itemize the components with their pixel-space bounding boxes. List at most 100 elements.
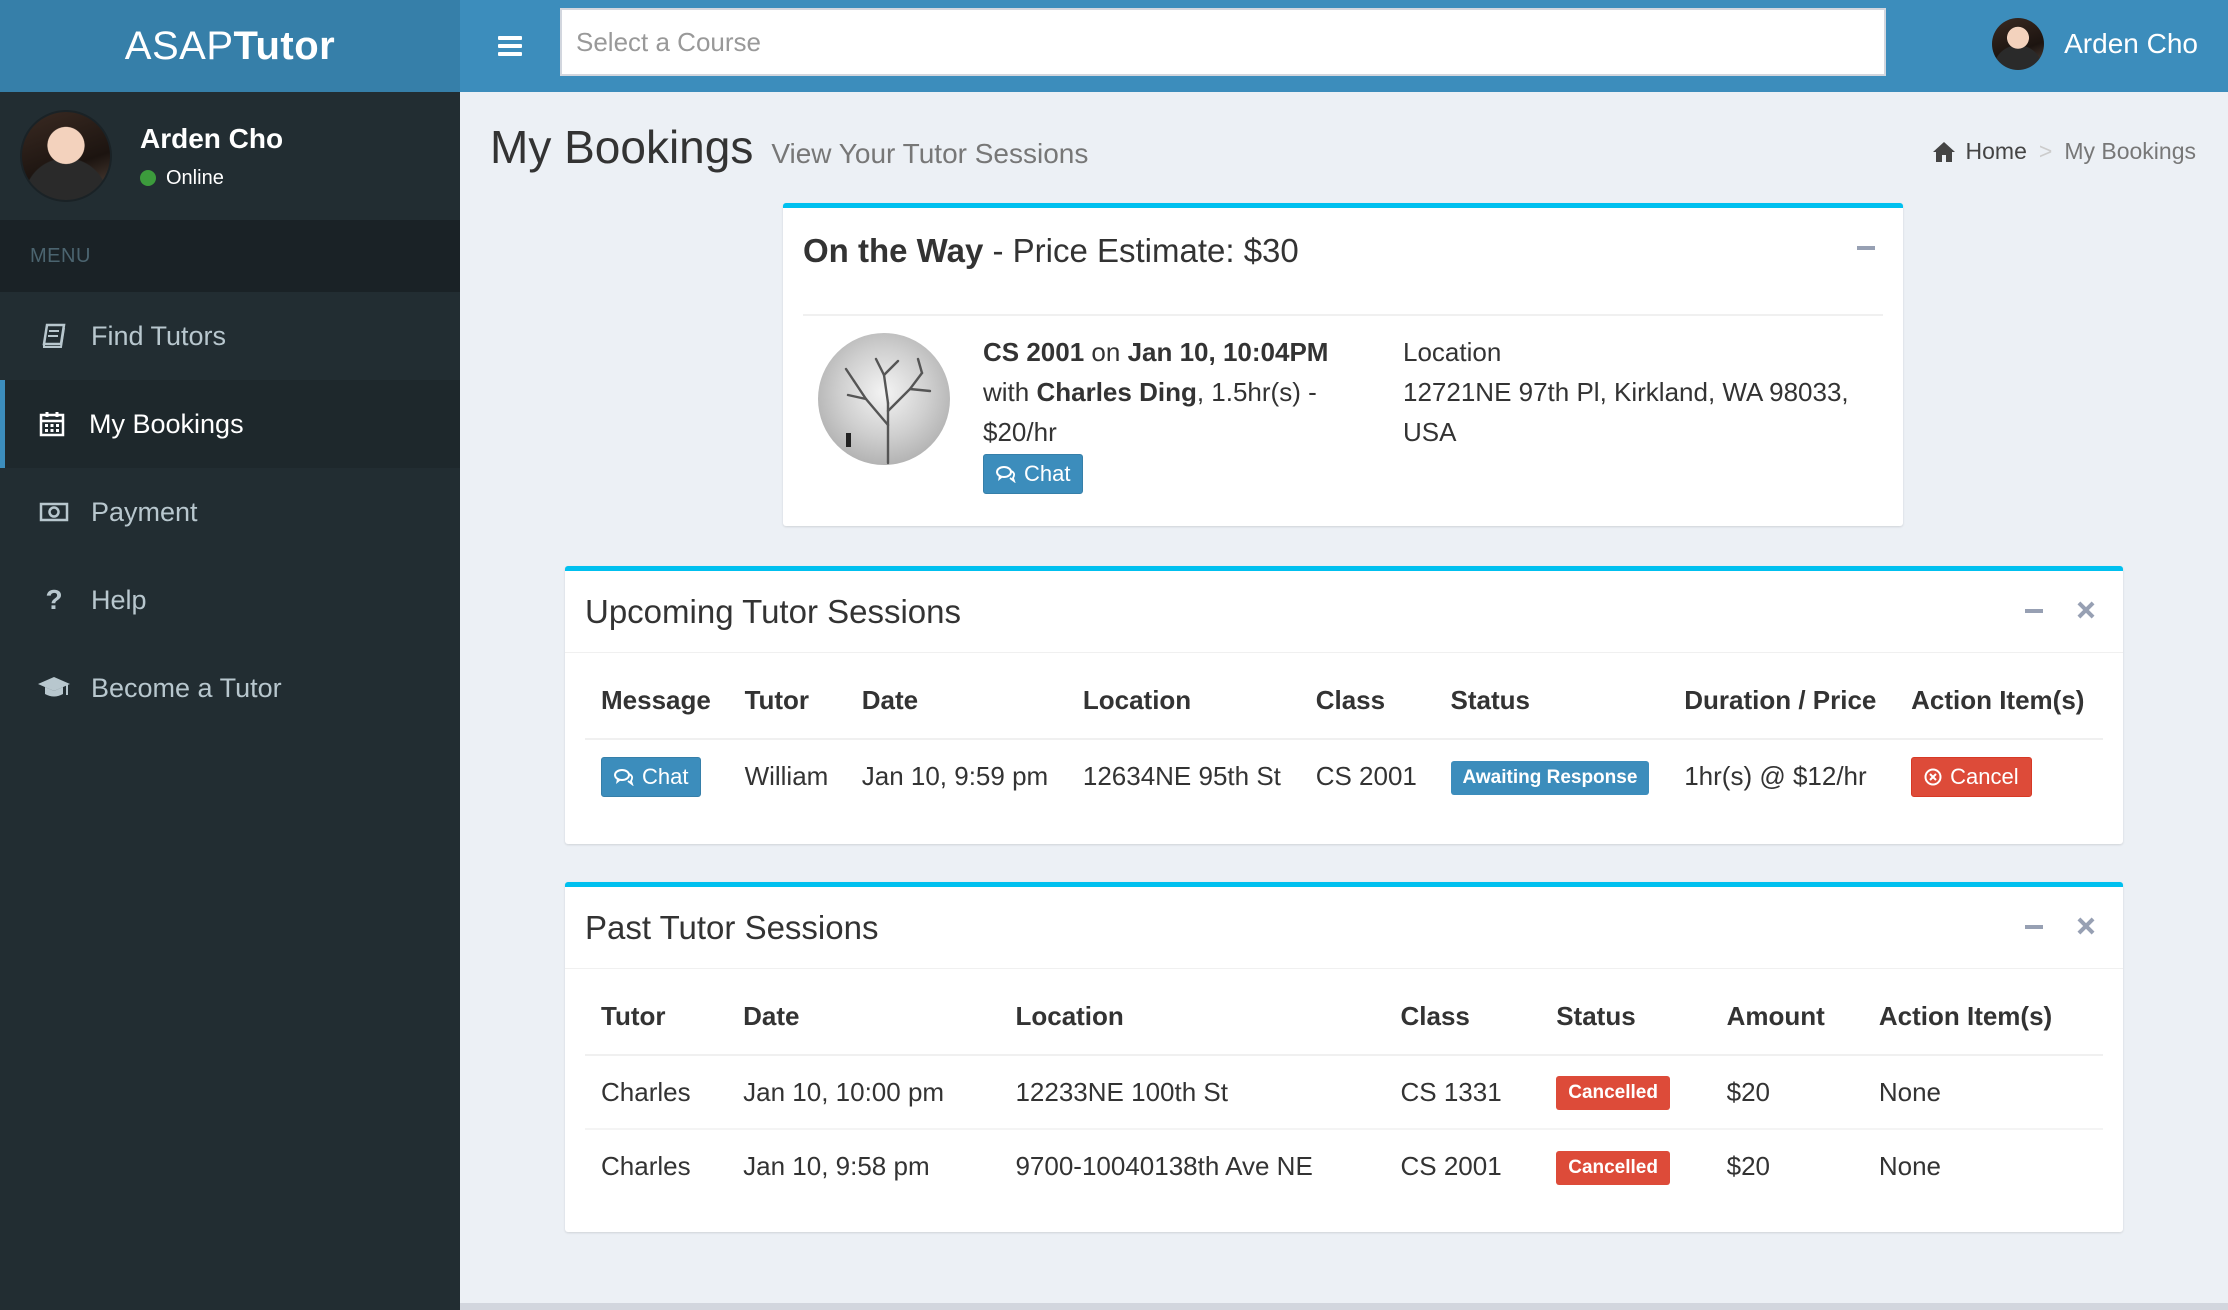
sidebar-item-label: Help — [91, 584, 147, 615]
calendar-icon — [35, 407, 69, 441]
user-avatar — [1992, 18, 2045, 70]
home-icon — [1932, 141, 1955, 162]
cell-location: 12634NE 95th St — [1082, 761, 1281, 791]
cell-action: None — [1878, 1151, 1942, 1181]
column-header: Duration / Price — [1668, 663, 1896, 740]
cell-date: Jan 10, 9:58 pm — [743, 1151, 930, 1181]
on-the-way-box: On the Way - Price Estimate: $30 CS 2001… — [783, 203, 1903, 526]
column-header: Date — [727, 979, 1000, 1056]
app-logo[interactable]: ASAP Tutor — [0, 0, 460, 92]
column-header: Status — [1540, 979, 1711, 1056]
breadcrumb-home-label: Home — [1965, 138, 2027, 164]
session-tutor: Charles Ding — [1036, 377, 1197, 407]
table-row: Charles Jan 10, 10:00 pm 12233NE 100th S… — [585, 1055, 2103, 1130]
session-location: Location 12721NE 97th Pl, Kirkland, WA 9… — [1403, 332, 1863, 452]
cell-class: CS 2001 — [1400, 1151, 1502, 1181]
sidebar-item-find-tutors[interactable]: Find Tutors — [0, 292, 460, 380]
online-status-icon — [140, 170, 156, 186]
breadcrumb-current: My Bookings — [2064, 138, 2196, 164]
on-the-way-header: On the Way - Price Estimate: $30 — [783, 208, 1903, 294]
column-header: Location — [999, 979, 1385, 1056]
sidebar-item-help[interactable]: ? Help — [0, 556, 460, 644]
status-badge: Cancelled — [1556, 1150, 1670, 1185]
cell-location: 9700-10040138th Ave NE — [1015, 1151, 1313, 1181]
sidebar-item-my-bookings[interactable]: My Bookings — [0, 380, 460, 468]
sidebar: Arden Cho Online MENU Find Tutors My Boo… — [0, 92, 460, 1310]
upcoming-sessions-title: Upcoming Tutor Sessions — [585, 592, 962, 630]
location-label: Location — [1403, 337, 1502, 367]
menu-toggle-icon[interactable] — [490, 28, 530, 64]
sidebar-user-panel: Arden Cho Online — [0, 92, 460, 220]
close-icon[interactable] — [2073, 597, 2099, 623]
cancel-button[interactable]: Cancel — [1911, 756, 2032, 797]
box-tools — [2021, 913, 2099, 939]
table-header-row: Message Tutor Date Location Class Status… — [585, 663, 2103, 740]
sidebar-user-name: Arden Cho — [140, 122, 284, 154]
cell-class: CS 2001 — [1315, 761, 1417, 791]
page-title: My Bookings — [490, 121, 754, 173]
status-badge: Cancelled — [1556, 1076, 1670, 1110]
user-menu-name: Arden Cho — [2064, 28, 2198, 59]
table-row: Chat William Jan 10, 9:59 pm 12634NE 95t… — [585, 739, 2103, 813]
cell-action: None — [1862, 1055, 2103, 1130]
page-subtitle: View Your Tutor Sessions — [771, 138, 1089, 169]
breadcrumb-separator: > — [2038, 138, 2053, 164]
cell-tutor: Charles — [585, 1055, 728, 1130]
sidebar-item-label: My Bookings — [89, 408, 244, 439]
upcoming-sessions-box: Upcoming Tutor Sessions Message Tutor Da… — [565, 566, 2123, 844]
column-header: Location — [1066, 663, 1300, 740]
breadcrumb-home[interactable]: Home — [1932, 138, 2027, 165]
session-details: CS 2001 on Jan 10, 10:04PM with Charles … — [983, 332, 1363, 494]
top-navbar: Arden Cho — [460, 0, 2228, 92]
sidebar-item-payment[interactable]: Payment — [0, 468, 460, 556]
session-course: CS 2001 — [983, 337, 1085, 367]
past-sessions-table: Tutor Date Location Class Status Amount … — [585, 979, 2103, 1203]
course-select-input[interactable] — [560, 8, 1886, 76]
user-menu[interactable]: Arden Cho — [1992, 0, 2198, 88]
column-header: Tutor — [585, 979, 728, 1056]
table-row: Charles Jan 10, 9:58 pm 9700-10040138th … — [585, 1129, 2103, 1203]
close-icon[interactable] — [2073, 913, 2099, 939]
sidebar-item-label: Find Tutors — [91, 320, 227, 351]
table-header-row: Tutor Date Location Class Status Amount … — [585, 979, 2103, 1056]
cancel-circle-icon — [1924, 768, 1942, 785]
past-sessions-title: Past Tutor Sessions — [585, 908, 879, 946]
book-icon — [37, 319, 71, 353]
box-tools — [2021, 597, 2099, 623]
collapse-icon[interactable] — [2021, 913, 2047, 939]
cell-date: Jan 10, 10:00 pm — [727, 1055, 1000, 1130]
sidebar-item-label: Become a Tutor — [91, 672, 282, 703]
cell-class: CS 1331 — [1384, 1055, 1541, 1130]
sidebar-item-become-tutor[interactable]: Become a Tutor — [0, 644, 460, 732]
column-header: Date — [845, 663, 1067, 740]
collapse-icon[interactable] — [1853, 234, 1879, 260]
graduation-cap-icon — [37, 671, 71, 705]
collapse-icon[interactable] — [2021, 597, 2047, 623]
cell-amount: $20 — [1710, 1055, 1863, 1130]
past-sessions-header: Past Tutor Sessions — [565, 887, 2123, 969]
cell-tutor: Charles — [601, 1151, 691, 1181]
column-header: Action Item(s) — [1895, 663, 2103, 740]
sidebar-user-status: Online — [140, 167, 283, 190]
cell-location: 12233NE 100th St — [999, 1055, 1385, 1130]
chat-icon — [614, 768, 634, 786]
cell-duration-price: 1hr(s) @ $12/hr — [1684, 761, 1867, 791]
money-icon — [37, 495, 71, 529]
column-header: Amount — [1710, 979, 1863, 1056]
cell-date: Jan 10, 9:59 pm — [861, 761, 1049, 791]
column-header: Tutor — [728, 663, 846, 740]
breadcrumb: Home > My Bookings — [1932, 138, 2196, 165]
column-header: Class — [1299, 663, 1435, 740]
chat-button[interactable]: Chat — [601, 756, 702, 797]
status-badge: Awaiting Response — [1450, 760, 1650, 795]
footer-edge — [460, 1303, 2228, 1310]
question-icon: ? — [45, 584, 63, 615]
chat-button[interactable]: Chat — [983, 454, 1084, 494]
column-header: Status — [1434, 663, 1669, 740]
box-tools — [1853, 234, 1879, 260]
logo-text-bold: Tutor — [233, 23, 336, 68]
content-header: My Bookings View Your Tutor Sessions — [490, 120, 1088, 174]
cell-amount: $20 — [1726, 1151, 1771, 1181]
sidebar-item-label: Payment — [91, 496, 198, 527]
upcoming-sessions-table: Message Tutor Date Location Class Status… — [585, 663, 2103, 813]
